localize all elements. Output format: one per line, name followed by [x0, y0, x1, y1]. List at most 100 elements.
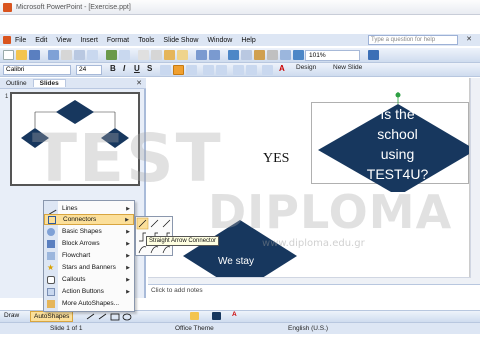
open-icon[interactable]: [16, 50, 27, 60]
menu-window[interactable]: Window: [207, 37, 232, 44]
font-size-select[interactable]: 24: [76, 65, 102, 75]
menu-item-block-arrows[interactable]: Block Arrows ▶: [44, 238, 134, 249]
numbering-icon[interactable]: [203, 65, 214, 75]
undo-icon[interactable]: [196, 50, 207, 60]
expand-all-icon[interactable]: [267, 50, 278, 60]
line-arrow-tools[interactable]: [85, 313, 145, 321]
email-icon[interactable]: [61, 50, 72, 60]
menu-item-flowchart[interactable]: Flowchart ▶: [44, 250, 134, 261]
zoom-select[interactable]: 101%: [305, 50, 360, 61]
decrease-font-icon[interactable]: [246, 65, 257, 75]
menu-item-basic-shapes[interactable]: Basic Shapes ▶: [44, 226, 134, 237]
font-color-icon[interactable]: A: [279, 64, 285, 73]
insert-table-icon[interactable]: [241, 50, 252, 60]
standard-toolbar: 101%: [0, 48, 480, 63]
menu-item-action-buttons[interactable]: Action Buttons ▶: [44, 286, 134, 297]
align-left-icon[interactable]: [160, 65, 171, 75]
diamond-text: Is the school using TEST4U?: [360, 104, 435, 184]
document-close-icon[interactable]: ✕: [466, 35, 472, 43]
new-slide-button[interactable]: New Slide: [333, 64, 362, 71]
diamond-line-2: school: [377, 126, 418, 142]
cut-icon[interactable]: [138, 50, 149, 60]
grid-icon[interactable]: [293, 50, 304, 60]
font-name-select[interactable]: Calibri: [3, 65, 71, 75]
draw-button[interactable]: Draw: [4, 312, 19, 319]
title-bar: Microsoft PowerPoint - [Exercise.ppt]: [0, 0, 480, 15]
bullets-icon[interactable]: [216, 65, 227, 75]
pane-close-icon[interactable]: ✕: [136, 79, 142, 87]
research-icon[interactable]: [119, 50, 130, 60]
print-icon[interactable]: [74, 50, 85, 60]
we-stay-text: We stay: [218, 256, 254, 267]
print-preview-icon[interactable]: [87, 50, 98, 60]
status-bar: Slide 1 of 1 Office Theme English (U.S.): [0, 322, 480, 334]
connector-tooltip: Straight Arrow Connector: [146, 236, 220, 246]
lines-icon: [45, 203, 57, 214]
pane-tabs: Outline Slides ✕: [0, 78, 146, 89]
help-icon[interactable]: [368, 50, 379, 60]
window-title: Microsoft PowerPoint - [Exercise.ppt]: [16, 3, 131, 11]
notes-pane[interactable]: Click to add notes: [148, 284, 480, 298]
tab-slides[interactable]: Slides: [32, 79, 66, 87]
watermark-test: TEST: [32, 120, 223, 197]
callouts-icon: [47, 275, 55, 284]
help-search-input[interactable]: Type a question for help: [368, 35, 458, 45]
basic-shapes-icon: [47, 227, 55, 236]
new-icon[interactable]: [3, 50, 14, 60]
autoshapes-menu: Lines ▶ Connectors ▶ Basic Shapes ▶ Block A…: [43, 200, 135, 312]
menu-format[interactable]: Format: [107, 37, 129, 44]
autoshapes-button[interactable]: AutoShapes: [30, 311, 74, 322]
decrease-indent-icon[interactable]: [262, 65, 273, 75]
yes-label[interactable]: YES: [263, 151, 289, 167]
document-icon[interactable]: [3, 36, 11, 44]
menu-item-connectors[interactable]: Connectors ▶: [44, 214, 134, 225]
tables-borders-icon[interactable]: [254, 50, 265, 60]
connectors-icon: [48, 215, 56, 224]
theme-name: Office Theme: [175, 325, 214, 332]
font-color-draw-icon[interactable]: A: [232, 311, 237, 318]
align-right-icon[interactable]: [186, 65, 197, 75]
shadow-button[interactable]: S: [147, 64, 152, 73]
more-autoshapes-icon: [47, 299, 55, 308]
insert-chart-icon[interactable]: [228, 50, 239, 60]
tab-outline[interactable]: Outline: [0, 80, 33, 87]
bold-button[interactable]: B: [110, 64, 116, 73]
menu-bar: File Edit View Insert Format Tools Slide…: [0, 34, 480, 46]
format-painter-icon[interactable]: [177, 50, 188, 60]
fill-color-icon[interactable]: [190, 312, 199, 320]
increase-font-icon[interactable]: [233, 65, 244, 75]
flowchart-icon: [47, 251, 55, 260]
powerpoint-app-icon[interactable]: [3, 2, 12, 12]
slide-number: 1: [5, 94, 9, 100]
menu-item-lines[interactable]: Lines ▶: [44, 203, 134, 214]
align-center-icon[interactable]: [173, 65, 184, 75]
menu-item-callouts[interactable]: Callouts ▶: [44, 274, 134, 285]
horizontal-scrollbar[interactable]: [148, 277, 470, 284]
paste-icon[interactable]: [164, 50, 175, 60]
underline-button[interactable]: U: [134, 64, 140, 73]
diamond-line-4: TEST4U?: [366, 166, 429, 182]
menu-insert[interactable]: Insert: [80, 37, 98, 44]
show-formatting-icon[interactable]: [280, 50, 291, 60]
save-icon[interactable]: [29, 50, 40, 60]
spelling-icon[interactable]: [106, 50, 117, 60]
menu-slide-show[interactable]: Slide Show: [163, 37, 198, 44]
line-color-icon[interactable]: [212, 312, 221, 320]
action-buttons-icon: [47, 287, 55, 296]
permission-icon[interactable]: [48, 50, 59, 60]
design-button[interactable]: Design: [296, 64, 316, 71]
slide-info: Slide 1 of 1: [50, 325, 83, 332]
menu-item-stars-banners[interactable]: ★ Stars and Banners ▶: [44, 262, 134, 273]
diamond-line-1: Is the: [380, 106, 415, 122]
menu-edit[interactable]: Edit: [35, 37, 47, 44]
menu-view[interactable]: View: [56, 37, 71, 44]
language: English (U.S.): [288, 325, 329, 332]
italic-button[interactable]: I: [123, 64, 125, 73]
menu-help[interactable]: Help: [241, 37, 255, 44]
vertical-scrollbar[interactable]: [470, 78, 480, 278]
copy-icon[interactable]: [151, 50, 162, 60]
menu-tools[interactable]: Tools: [138, 37, 154, 44]
redo-icon[interactable]: [209, 50, 220, 60]
menu-item-more-autoshapes[interactable]: More AutoShapes...: [44, 298, 134, 309]
menu-file[interactable]: File: [15, 37, 26, 44]
